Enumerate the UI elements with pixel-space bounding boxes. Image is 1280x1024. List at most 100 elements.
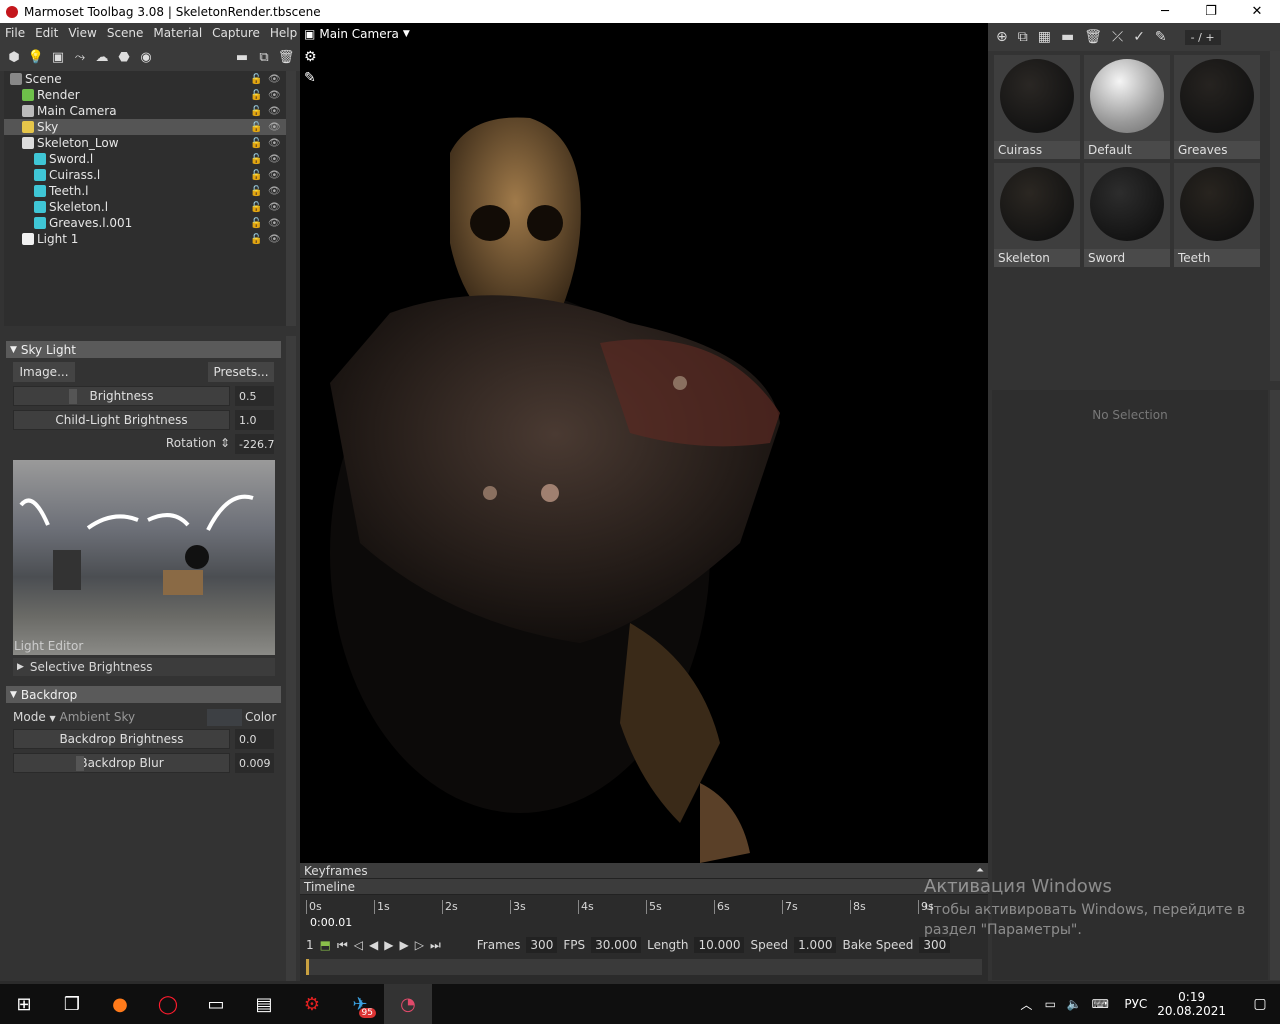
tree-item-sky[interactable]: Sky 🔓 👁: [4, 119, 286, 135]
tree-scrollbar[interactable]: [286, 71, 296, 326]
backdrop-blur-handle[interactable]: [76, 756, 84, 771]
frame-number[interactable]: 1: [306, 938, 314, 952]
marmoset-taskbar-icon[interactable]: ◔: [384, 984, 432, 1024]
lock-icon[interactable]: 🔓: [250, 90, 262, 101]
sky-light-section-header[interactable]: ▼ Sky Light: [6, 341, 281, 358]
folder-icon[interactable]: ▬: [1061, 29, 1074, 45]
keyframe-icon[interactable]: ⬒: [320, 938, 331, 952]
backdrop-brightness-value[interactable]: 0.0: [235, 729, 274, 749]
backdrop-blur-slider[interactable]: Backdrop Blur: [13, 753, 230, 773]
lock-icon[interactable]: 🔓: [250, 202, 262, 213]
prev-key-icon[interactable]: ◁: [354, 938, 363, 952]
brightness-slider[interactable]: Brightness: [13, 386, 230, 406]
viewport[interactable]: ▣ Main Camera ▼ ⚙ ✎: [300, 23, 988, 863]
visibility-eye-icon[interactable]: 👁: [268, 218, 281, 229]
add-material-icon[interactable]: ⊕: [996, 29, 1008, 45]
telegram-icon[interactable]: ✈ 95: [336, 984, 384, 1024]
properties-scrollbar-right[interactable]: [1270, 390, 1280, 980]
clock[interactable]: 0:19 20.08.2021: [1157, 990, 1226, 1018]
collapse-icon[interactable]: ⏶: [976, 865, 984, 876]
visibility-eye-icon[interactable]: 👁: [268, 106, 281, 117]
eyedropper-icon[interactable]: ✎: [1155, 29, 1167, 45]
material-skeleton[interactable]: Skeleton: [994, 163, 1080, 267]
fps-value[interactable]: 30.000: [591, 937, 642, 953]
speed-value[interactable]: 1.000: [794, 937, 837, 953]
visibility-eye-icon[interactable]: 👁: [268, 186, 281, 197]
brightness-slider-handle[interactable]: [69, 389, 77, 404]
visibility-eye-icon[interactable]: 👁: [268, 170, 281, 181]
menu-material[interactable]: Material: [148, 26, 207, 40]
lock-icon[interactable]: 🔓: [250, 218, 262, 229]
visibility-eye-icon[interactable]: 👁: [268, 234, 281, 245]
lock-icon[interactable]: 🔓: [250, 186, 262, 197]
notification-icon[interactable]: ▢: [1240, 984, 1280, 1024]
menu-file[interactable]: File: [0, 26, 30, 40]
child-light-brightness-value[interactable]: 1.0: [235, 410, 274, 430]
lock-icon[interactable]: 🔓: [250, 170, 262, 181]
volume-icon[interactable]: 🔈: [1062, 984, 1086, 1024]
checker-icon[interactable]: ▦: [1038, 29, 1051, 45]
zoom-control[interactable]: - / +: [1184, 29, 1221, 45]
next-frame-icon[interactable]: ▶: [400, 938, 409, 952]
keyboard-icon[interactable]: ⌨: [1086, 984, 1114, 1024]
material-cuirass[interactable]: Cuirass: [994, 55, 1080, 159]
tree-item-sword-l[interactable]: Sword.l 🔓 👁: [4, 151, 286, 167]
material-greaves[interactable]: Greaves: [1174, 55, 1260, 159]
light-marker[interactable]: [185, 545, 209, 569]
time-ruler[interactable]: 0s 1s 2s 3s 4s 5s 6s 7s 8s 9s: [306, 900, 982, 930]
brightness-value[interactable]: 0.5: [235, 386, 274, 406]
folder-icon[interactable]: ▬: [234, 49, 250, 65]
tree-item-scene[interactable]: Scene 🔓 👁: [4, 71, 286, 87]
visibility-eye-icon[interactable]: 👁: [268, 90, 281, 101]
language-indicator[interactable]: РУС: [1124, 997, 1147, 1011]
tree-item-teeth-l[interactable]: Teeth.l 🔓 👁: [4, 183, 286, 199]
rotation-value[interactable]: -226.7: [235, 434, 274, 454]
visibility-eye-icon[interactable]: 👁: [268, 74, 281, 85]
menu-help[interactable]: Help: [265, 26, 302, 40]
terminal-icon[interactable]: ▭: [192, 984, 240, 1024]
duplicate-material-icon[interactable]: ⧉: [1018, 29, 1028, 45]
add-mesh-icon[interactable]: ⬢: [6, 49, 22, 65]
tree-item-render[interactable]: Render 🔓 👁: [4, 87, 286, 103]
windows-start-icon[interactable]: ⊞: [0, 984, 48, 1024]
tree-item-main-camera[interactable]: Main Camera 🔓 👁: [4, 103, 286, 119]
material-sword[interactable]: Sword: [1084, 163, 1170, 267]
properties-scrollbar[interactable]: [286, 336, 296, 981]
task-view-icon[interactable]: ❒: [48, 984, 96, 1024]
material-teeth[interactable]: Teeth: [1174, 163, 1260, 267]
image-button[interactable]: Image...: [13, 362, 75, 382]
tray-expand-icon[interactable]: ︿: [1014, 984, 1038, 1024]
backdrop-blur-value[interactable]: 0.009: [235, 753, 274, 773]
menu-scene[interactable]: Scene: [102, 26, 149, 40]
keyframes-bar[interactable]: Keyframes ⏶: [300, 863, 988, 879]
length-value[interactable]: 10.000: [694, 937, 745, 953]
maximize-button[interactable]: ❐: [1188, 0, 1234, 23]
add-camera-icon[interactable]: ▣: [50, 49, 66, 65]
color-swatch[interactable]: [207, 709, 242, 726]
menu-edit[interactable]: Edit: [30, 26, 63, 40]
lock-icon[interactable]: 🔓: [250, 154, 262, 165]
skip-end-icon[interactable]: ⏭: [430, 938, 441, 953]
skip-start-icon[interactable]: ⏮: [337, 938, 348, 953]
prev-frame-icon[interactable]: ◀: [369, 938, 378, 952]
backdrop-brightness-slider[interactable]: Backdrop Brightness: [13, 729, 230, 749]
frames-value[interactable]: 300: [526, 937, 558, 953]
material-default[interactable]: Default: [1084, 55, 1170, 159]
keyframe-track[interactable]: [306, 959, 982, 975]
light-editor-panorama[interactable]: Light Editor: [13, 460, 275, 655]
mode-dropdown[interactable]: Ambient Sky: [60, 710, 136, 724]
visibility-eye-icon[interactable]: 👁: [268, 122, 281, 133]
trash-icon[interactable]: 🗑: [278, 49, 295, 65]
tree-item-skeleton-low[interactable]: Skeleton_Low 🔓 👁: [4, 135, 286, 151]
play-icon[interactable]: ▶: [384, 938, 393, 952]
lock-icon[interactable]: 🔓: [250, 138, 262, 149]
gear-app-icon[interactable]: ⚙: [288, 984, 336, 1024]
tree-item-cuirass-l[interactable]: Cuirass.l 🔓 👁: [4, 167, 286, 183]
pick-material-icon[interactable]: ⤫: [1112, 29, 1123, 45]
network-icon[interactable]: ▭: [1038, 984, 1062, 1024]
lock-icon[interactable]: 🔓: [250, 122, 262, 133]
add-turntable-icon[interactable]: ⤳: [72, 49, 88, 65]
rotation-spin-icon[interactable]: ⇕: [220, 436, 230, 450]
add-light-icon[interactable]: 💡: [28, 49, 44, 65]
presets-button[interactable]: Presets...: [208, 362, 274, 382]
